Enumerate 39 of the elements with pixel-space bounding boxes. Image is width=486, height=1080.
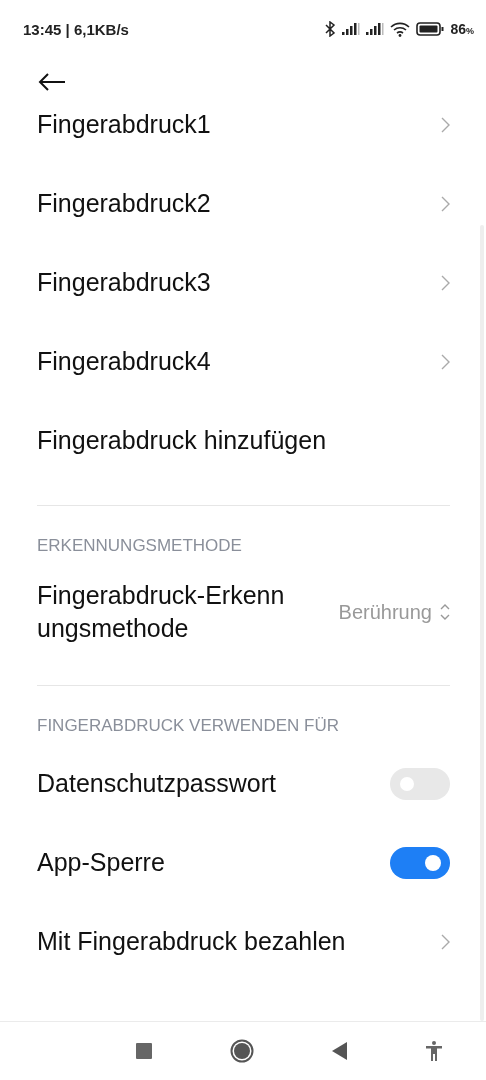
status-time: 13:45 | 6,1KB/s bbox=[23, 20, 129, 38]
row-label: Fingerabdruck2 bbox=[37, 188, 212, 219]
settings-row[interactable]: Fingerabdruck hinzufügen bbox=[37, 401, 450, 480]
chevron-icon bbox=[440, 195, 450, 212]
row-label: Fingerabdruck1 bbox=[37, 109, 212, 140]
section-header: FINGERABDRUCK VERWENDEN FÜR bbox=[37, 715, 340, 737]
settings-row[interactable]: Fingerabdruck-Erkenn ungsmethode Berührung bbox=[37, 564, 450, 660]
row-label: Fingerabdruck-Erkenn ungsmethode bbox=[37, 580, 286, 644]
chevron-icon bbox=[440, 933, 450, 950]
settings-row[interactable]: Fingerabdruck4 bbox=[37, 322, 450, 401]
back-icon[interactable] bbox=[332, 1042, 348, 1060]
wifi-icon bbox=[390, 21, 411, 37]
updown-icon bbox=[440, 603, 450, 621]
chevron-icon bbox=[440, 116, 450, 133]
row-label: Mit Fingerabdruck bezahlen bbox=[37, 926, 347, 957]
chevron-icon bbox=[440, 353, 450, 370]
settings-row[interactable]: Fingerabdruck2 bbox=[37, 164, 450, 243]
battery-icon bbox=[416, 22, 445, 36]
toggle-switch[interactable] bbox=[390, 846, 450, 879]
chevron-icon bbox=[440, 274, 450, 291]
accessibility-icon[interactable] bbox=[426, 1041, 442, 1061]
settings-row[interactable]: App-Sperre bbox=[37, 823, 450, 902]
section-header: ERKENNUNGSMETHODE bbox=[37, 535, 243, 557]
row-label: Fingerabdruck3 bbox=[37, 267, 212, 298]
row-label: Datenschutzpasswort bbox=[37, 768, 277, 799]
settings-row[interactable]: Mit Fingerabdruck bezahlen bbox=[37, 902, 450, 981]
signal-icon bbox=[342, 23, 361, 35]
value-text: Berührung bbox=[338, 600, 432, 624]
settings-row[interactable]: Fingerabdruck3 bbox=[37, 243, 450, 322]
row-label: Fingerabdruck hinzufügen bbox=[37, 425, 328, 456]
settings-row[interactable]: Fingerabdruck1 bbox=[37, 106, 450, 164]
battery-level: 86% bbox=[450, 21, 474, 37]
row-label: App-Sperre bbox=[37, 847, 166, 878]
bluetooth-icon bbox=[324, 21, 337, 37]
settings-row[interactable]: Datenschutzpasswort bbox=[37, 744, 450, 823]
row-label: Fingerabdruck4 bbox=[37, 346, 212, 377]
back-icon[interactable] bbox=[38, 73, 66, 91]
home-icon[interactable] bbox=[230, 1039, 254, 1063]
signal-icon bbox=[366, 23, 385, 35]
